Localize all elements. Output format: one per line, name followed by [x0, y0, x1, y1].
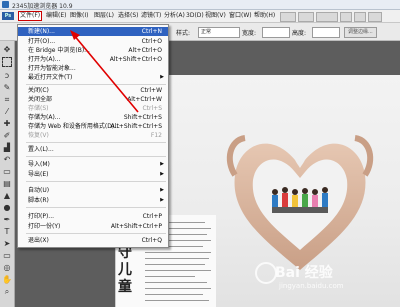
history-brush-icon[interactable]: ↶: [2, 155, 12, 165]
heart-hands-image: [226, 135, 374, 270]
menu-select[interactable]: 选择(S): [118, 12, 139, 20]
menu-item-new[interactable]: 新建(N)... Ctrl+N: [18, 27, 168, 36]
submenu-arrow-icon: ▶: [160, 161, 164, 167]
menu-item-open[interactable]: 打开(O)... Ctrl+O: [18, 37, 168, 46]
lasso-tool-icon[interactable]: ↄ: [2, 71, 12, 81]
bridge-button[interactable]: [280, 12, 296, 22]
watermark-main: Bai 经验: [275, 265, 333, 281]
window-title-bar: 2345加速浏览器 10.9: [0, 0, 400, 10]
height-label: 高度:: [292, 30, 307, 37]
menu-separator: [26, 84, 166, 85]
watermark-url: jingyan.baidu.com: [279, 282, 344, 290]
menu-item-print[interactable]: 打印(P)... Ctrl+P: [18, 212, 168, 221]
menu-item-close[interactable]: 关闭(C) Ctrl+W: [18, 86, 168, 95]
menu-separator: [26, 156, 166, 157]
menu-separator: [26, 207, 166, 208]
menu-image[interactable]: 图像(I): [70, 12, 88, 20]
menu-item-import[interactable]: 导入(M) ▶: [18, 160, 168, 169]
menu-separator: [26, 233, 166, 234]
eraser-icon[interactable]: ▭: [2, 167, 12, 177]
menu-item-save-as[interactable]: 存储为(A)... Shift+Ctrl+S: [18, 113, 168, 122]
brush-tool-icon[interactable]: ✐: [2, 131, 12, 141]
window-title: 2345加速浏览器 10.9: [12, 3, 73, 10]
type-tool-icon[interactable]: T: [2, 227, 12, 237]
menu-item-place[interactable]: 置入(L)...: [18, 145, 168, 154]
path-select-icon[interactable]: ➤: [2, 239, 12, 249]
menu-item-exit[interactable]: 退出(X) Ctrl+Q: [18, 236, 168, 245]
menu-item-scripts[interactable]: 脚本(R) ▶: [18, 196, 168, 205]
dodge-tool-icon[interactable]: ●: [2, 203, 12, 213]
shape-tool-icon[interactable]: ▭: [2, 251, 12, 261]
marquee-tool-icon[interactable]: [2, 57, 12, 67]
menu-filter[interactable]: 滤镜(T): [141, 12, 161, 20]
clone-stamp-icon[interactable]: ▟: [2, 143, 12, 153]
menu-item-automate[interactable]: 自动(U) ▶: [18, 186, 168, 195]
menu-help[interactable]: 帮助(H): [254, 12, 275, 20]
menu-3d[interactable]: 3D(D): [186, 12, 204, 20]
menu-separator: [26, 181, 166, 182]
refine-edge-button[interactable]: 调整边缘...: [344, 27, 377, 38]
vertical-title: 守儿童: [118, 245, 132, 295]
menu-item-save: 存储(S) Ctrl+S: [28, 105, 162, 112]
app-icon: [2, 1, 9, 8]
ps-logo-icon: Ps: [2, 12, 14, 20]
move-tool-icon[interactable]: ✥: [2, 45, 12, 55]
menu-item-export[interactable]: 导出(E) ▶: [18, 170, 168, 179]
width-field[interactable]: [262, 27, 290, 38]
submenu-arrow-icon: ▶: [160, 171, 164, 177]
quick-select-icon[interactable]: ✎: [2, 83, 12, 93]
3d-rotate-icon[interactable]: ◎: [2, 263, 12, 273]
zoom-tool-icon[interactable]: ⌕: [2, 287, 12, 297]
style-label: 样式:: [176, 30, 191, 37]
hand-tool-icon[interactable]: ✋: [2, 275, 12, 285]
pen-tool-icon[interactable]: ✒: [2, 215, 12, 225]
menu-bar: Ps 文件(F) 编辑(E) 图像(I) 图层(L) 选择(S) 滤镜(T) 分…: [0, 10, 400, 23]
submenu-arrow-icon: ▶: [160, 74, 164, 80]
menu-item-browse-bridge[interactable]: 在 Bridge 中浏览(B)... Alt+Ctrl+O: [18, 46, 168, 55]
menu-item-open-smart-object[interactable]: 打开为智能对象...: [18, 64, 168, 73]
style-select[interactable]: 正常: [198, 27, 240, 38]
crop-tool-icon[interactable]: ⌗: [2, 95, 12, 105]
menu-item-revert: 恢复(V) F12: [28, 132, 162, 139]
arrange-docs-button[interactable]: [368, 12, 382, 22]
menu-view[interactable]: 视图(V): [205, 12, 226, 20]
width-label: 宽度:: [242, 30, 257, 37]
zoom-tool-button[interactable]: [354, 12, 366, 22]
menu-item-save-for-web[interactable]: 存储为 Web 和设备所用格式(D)... Alt+Shift+Ctrl+S: [18, 122, 168, 131]
height-field[interactable]: [312, 27, 340, 38]
file-menu: 新建(N)... Ctrl+N 打开(O)... Ctrl+O 在 Bridge…: [17, 24, 169, 248]
zoom-level-button[interactable]: [316, 12, 338, 22]
menu-item-print-one-copy[interactable]: 打印一份(Y) Alt+Shift+Ctrl+P: [18, 222, 168, 231]
menu-item-recent-files[interactable]: 最近打开文件(T) ▶: [18, 73, 168, 82]
menu-analysis[interactable]: 分析(A): [164, 12, 185, 20]
menu-layer[interactable]: 图层(L): [94, 12, 114, 20]
menu-separator: [26, 142, 166, 143]
submenu-arrow-icon: ▶: [160, 197, 164, 203]
menu-window[interactable]: 窗口(W): [229, 12, 252, 20]
submenu-arrow-icon: ▶: [160, 187, 164, 193]
minibridge-button[interactable]: [298, 12, 314, 22]
gradient-tool-icon[interactable]: ▤: [2, 179, 12, 189]
hand-tool-button[interactable]: [340, 12, 352, 22]
tools-panel: ✥ ↄ ✎ ⌗ ⁄ ✚ ✐ ▟ ↶ ▭ ▤ ▲ ● ✒ T ➤ ▭ ◎ ✋ ⌕: [0, 41, 15, 307]
blur-tool-icon[interactable]: ▲: [2, 191, 12, 201]
healing-brush-icon[interactable]: ✚: [2, 119, 12, 129]
eyedropper-icon[interactable]: ⁄: [2, 107, 12, 117]
paw-logo-icon: [255, 262, 277, 284]
menu-edit[interactable]: 编辑(E): [46, 12, 66, 20]
menu-item-close-all[interactable]: 关闭全部 Alt+Ctrl+W: [18, 95, 168, 104]
menu-file[interactable]: 文件(F): [18, 11, 43, 21]
menu-item-open-as[interactable]: 打开为(A)... Alt+Shift+Ctrl+O: [18, 55, 168, 64]
